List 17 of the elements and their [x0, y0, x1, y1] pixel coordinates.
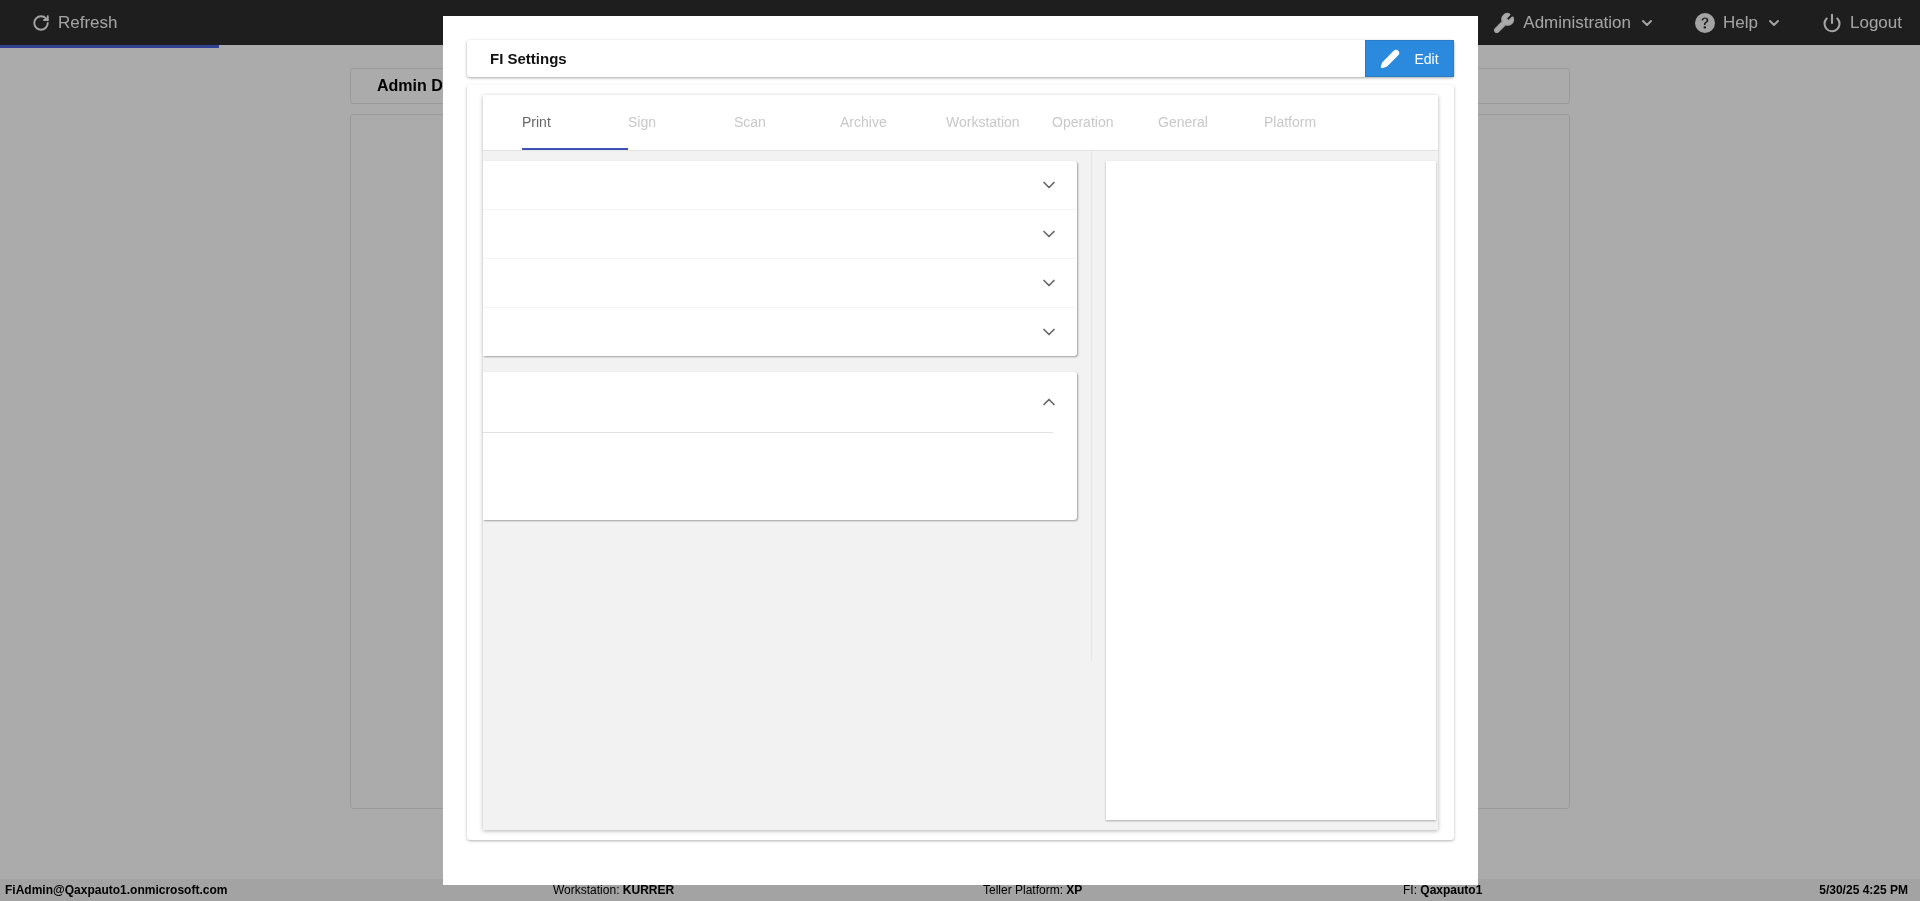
help-icon: [1695, 12, 1716, 33]
status-text: Teller Platform: XP: [983, 883, 1084, 897]
menu-button[interactable]: Help: [1695, 12, 1782, 33]
status-text: 5/30/25 4:25 PM: [1819, 883, 1908, 897]
status-text: FiAdmin@Qaxpauto1.onmicrosoft.com: [5, 883, 229, 897]
status-text: FI: Qaxpauto1: [1403, 883, 1484, 897]
dialog-title: FI Settings: [490, 50, 567, 67]
wrench-icon: [1493, 11, 1516, 34]
pencil-icon: [1380, 48, 1401, 69]
power-icon: [1822, 12, 1842, 33]
status-text: Workstation: KURRER: [553, 883, 676, 897]
logout-button[interactable]: Logout: [1822, 12, 1902, 33]
card-title: Admin D: [377, 77, 443, 95]
menu-button[interactable]: Administration: [1493, 11, 1656, 34]
refresh-button[interactable]: Refresh: [32, 12, 118, 33]
refresh-icon: [32, 13, 50, 32]
edit-button[interactable]: Edit: [1365, 40, 1454, 77]
